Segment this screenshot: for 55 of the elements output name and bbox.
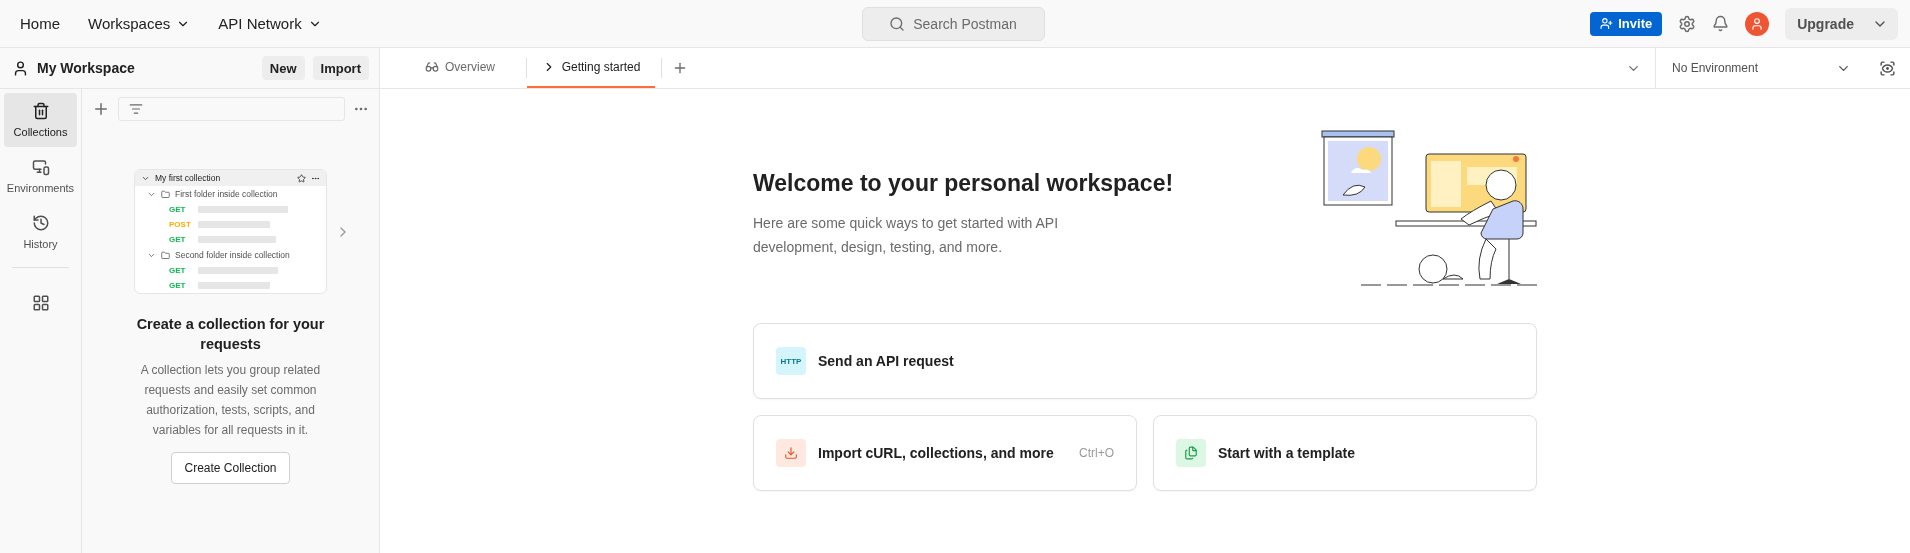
welcome-title: Welcome to your personal workspace! — [753, 170, 1174, 197]
template-icon — [1176, 439, 1206, 467]
search-placeholder: Search Postman — [913, 15, 1017, 32]
action-label: Start with a template — [1218, 445, 1356, 461]
folder-icon — [161, 189, 170, 199]
user-icon — [12, 59, 29, 77]
sidebar-tab[interactable]: Environments — [4, 149, 77, 203]
keyboard-shortcut: Ctrl+O — [1079, 446, 1114, 460]
action-label: Import cURL, collections, and more — [818, 445, 1055, 461]
invite-button[interactable]: Invite — [1590, 11, 1663, 36]
filter-icon — [129, 102, 143, 116]
empty-state-heading: Create a collection for your requests — [135, 315, 326, 354]
create-collection-button[interactable]: Create Collection — [171, 452, 290, 484]
action-label: Send an API request — [818, 353, 955, 369]
request-method: POST — [169, 220, 192, 229]
empty-state-text: A collection lets you group related requests and easily set common authorization, tests, scripts, and variables for all requests in it. — [139, 362, 322, 439]
request-method: GET — [169, 205, 187, 214]
action-card[interactable]: Start with a template — [1153, 415, 1537, 491]
filter-field[interactable] — [118, 97, 345, 121]
upgrade-button[interactable]: Upgrade — [1785, 7, 1898, 40]
workspace-button[interactable]: Import — [312, 56, 369, 80]
sidebar-tab[interactable]: History — [4, 205, 77, 259]
http-icon: HTTP — [776, 347, 806, 375]
add-user-icon — [1600, 17, 1614, 30]
placeholder-bar — [198, 221, 270, 228]
request-method: GET — [169, 266, 187, 275]
nav-menu-item[interactable]: API Network — [206, 9, 334, 38]
nav-menu-item[interactable]: Home — [8, 9, 72, 38]
workspace-button[interactable]: New — [261, 56, 305, 80]
welcome-text: Here are some quick ways to get started with API development, design, testing, and more. — [753, 214, 1060, 257]
search-icon — [889, 15, 906, 32]
preview-title: My first collection — [155, 173, 222, 183]
search-field[interactable]: Search Postman — [861, 6, 1045, 41]
placeholder-bar — [198, 282, 270, 289]
nav-menu-item[interactable]: Workspaces — [76, 9, 203, 38]
action-card[interactable]: HTTP Send an API request — [753, 323, 1537, 399]
sidebar-tab[interactable]: Collections — [4, 93, 77, 147]
folder-icon — [161, 250, 170, 260]
workspace-title: My Workspace — [37, 60, 136, 76]
tab[interactable]: Getting started — [527, 48, 655, 88]
request-method: GET — [169, 281, 187, 290]
import-icon — [776, 439, 806, 467]
settings-icon[interactable] — [1678, 14, 1697, 33]
avatar-icon[interactable] — [1745, 11, 1770, 36]
add-icon[interactable] — [92, 100, 110, 118]
folder-name: Second folder inside collection — [175, 250, 290, 260]
action-card[interactable]: Import cURL, collections, and more Ctrl+O — [753, 415, 1137, 491]
glasses-icon — [425, 60, 439, 74]
history-icon — [31, 214, 50, 232]
folder-name: First folder inside collection — [175, 189, 278, 199]
tab[interactable]: Overview — [400, 48, 520, 88]
environment-select[interactable]: No Environment — [1655, 48, 1865, 88]
star-icon — [297, 173, 306, 183]
request-method: GET — [169, 235, 187, 244]
bell-icon[interactable] — [1712, 15, 1730, 32]
